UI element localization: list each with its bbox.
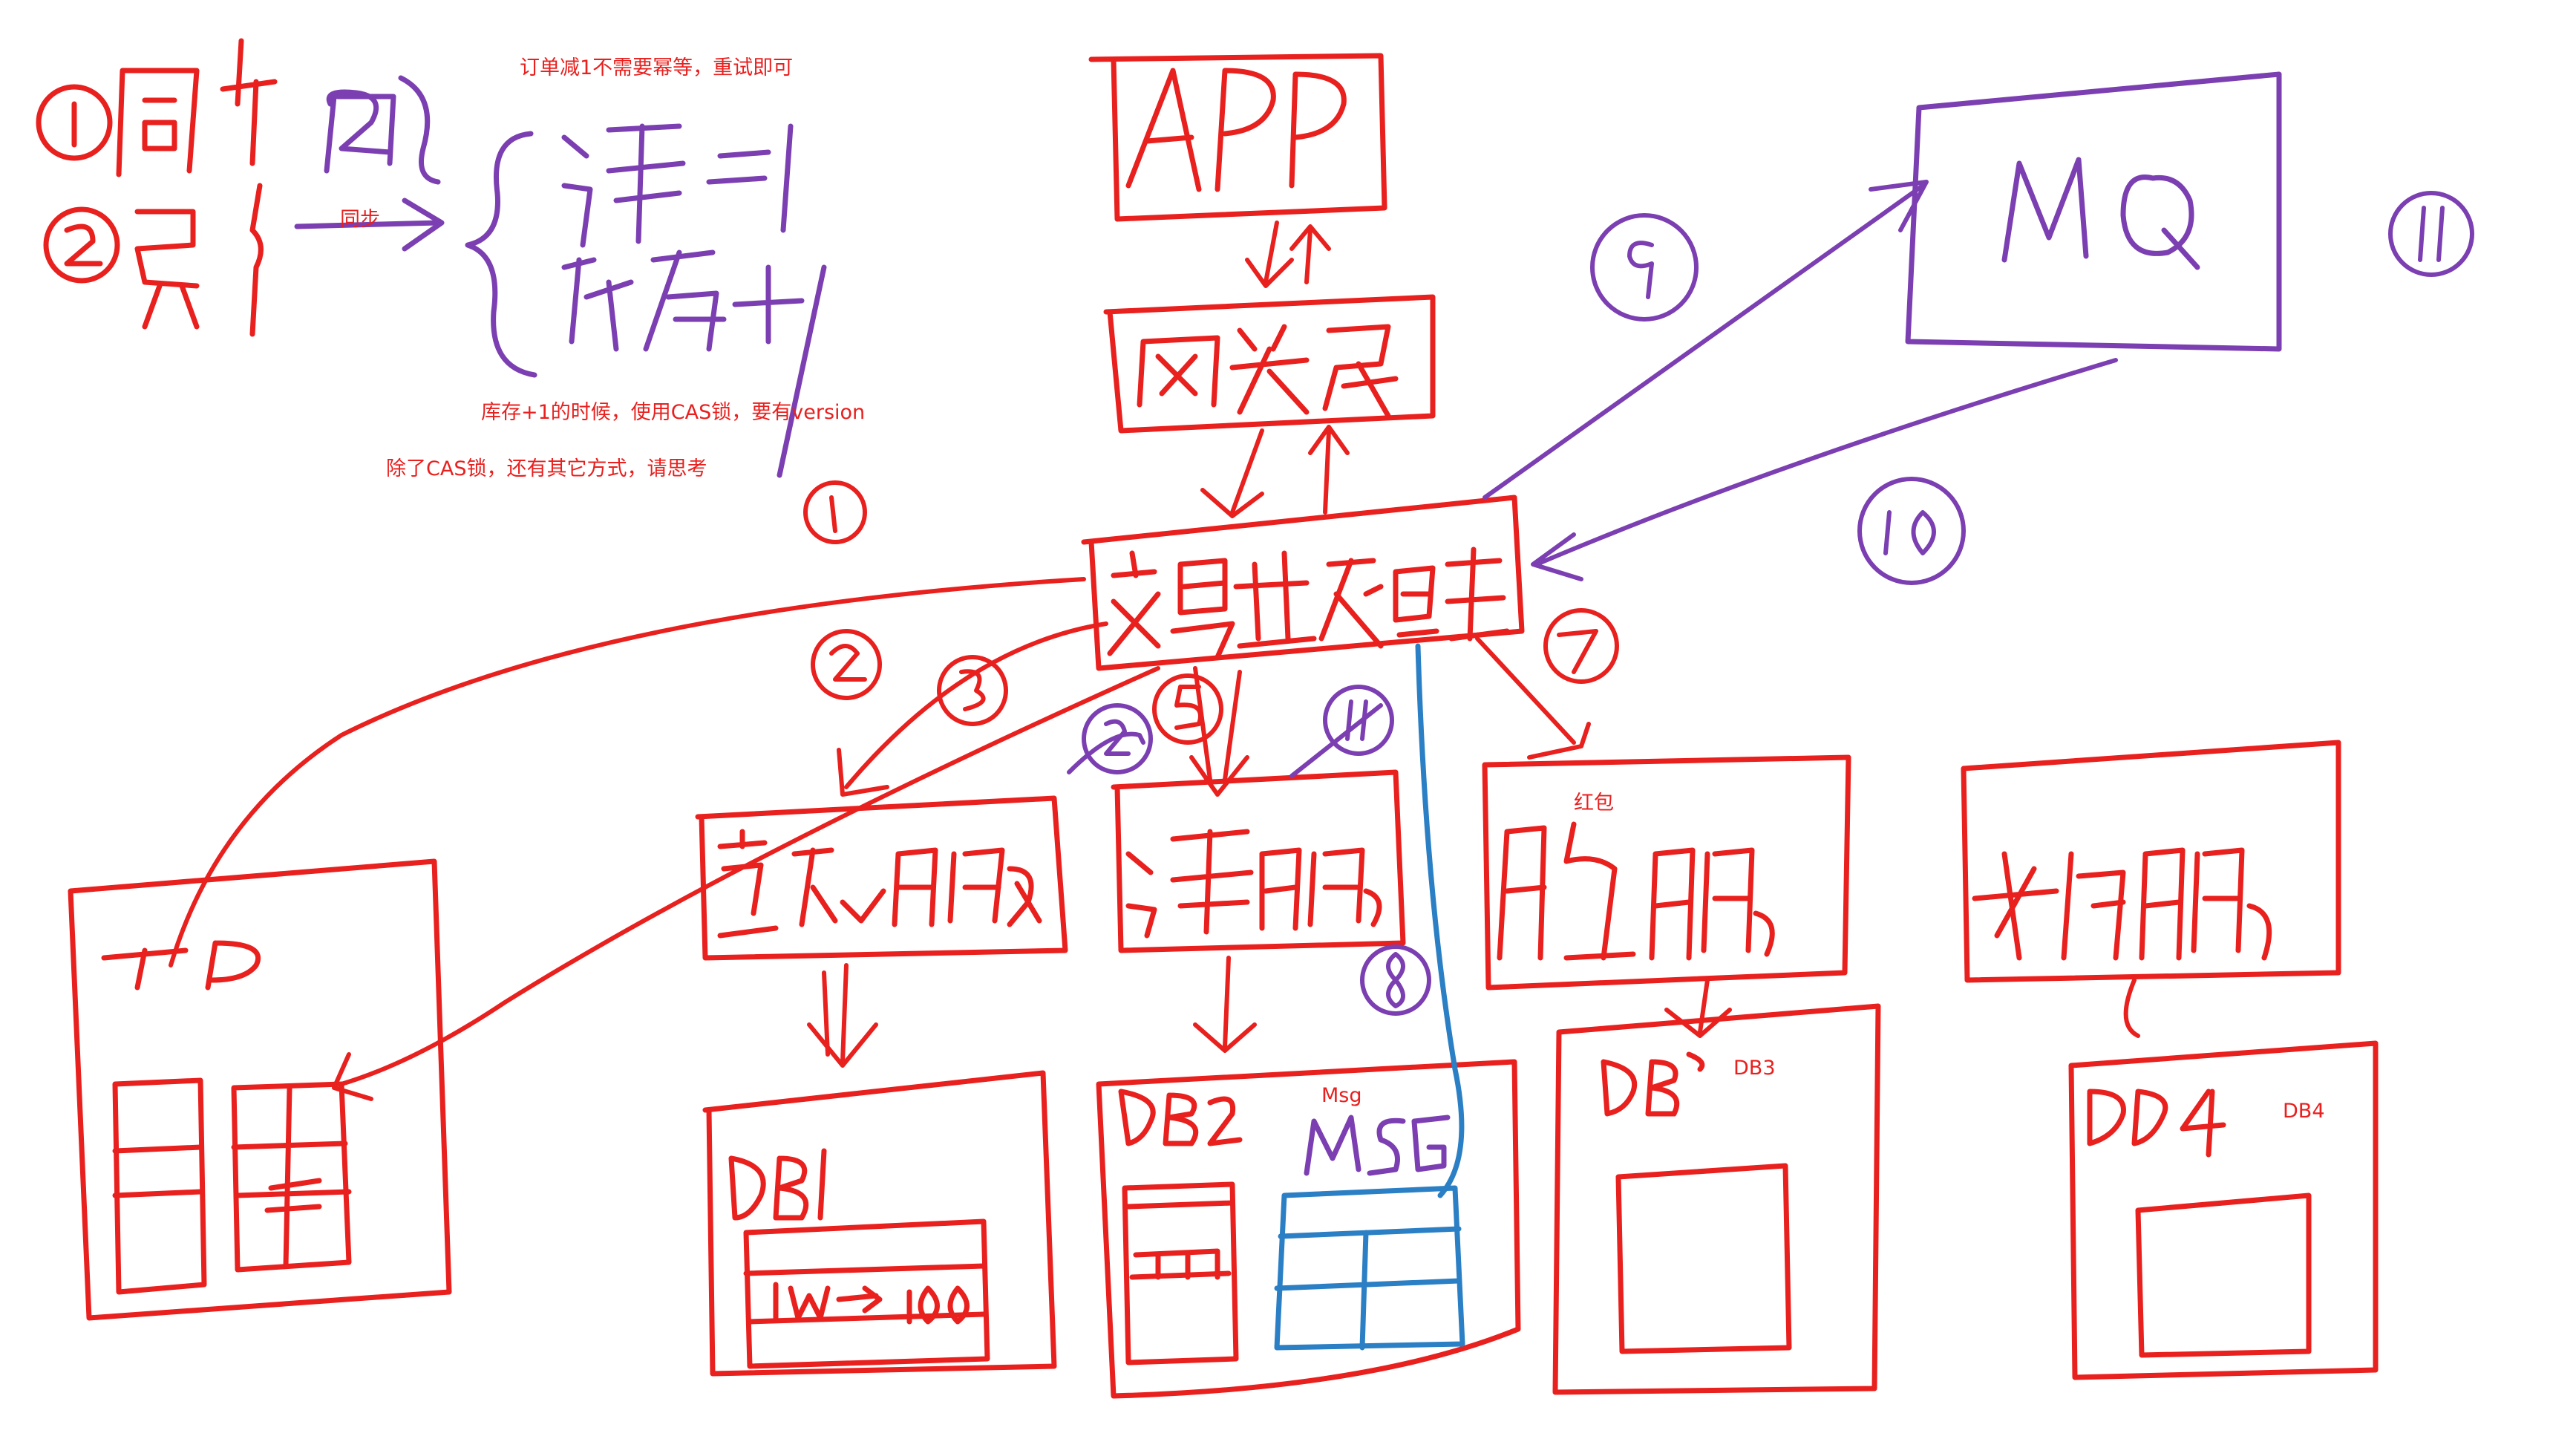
annotation-db4: DB4: [2283, 1100, 2325, 1123]
handwriting-sync-async: [36, 38, 278, 337]
gateway-trade-arrows: [1200, 425, 1350, 518]
annotation-cas-other: 除了CAS锁，还有其它方式，请思考: [386, 457, 707, 480]
order-service-box: [1111, 769, 1406, 953]
db1-box: [702, 1070, 1057, 1377]
trade-logic-box: [1081, 495, 1525, 671]
annotation-msg: Msg: [1321, 1084, 1362, 1107]
step-numbers-purple: [1082, 191, 2474, 1016]
redpacket-service-box: [1482, 754, 1851, 991]
annotation-stock-plus: 库存+1的时候，使用CAS锁，要有version: [481, 401, 866, 424]
service-db-arrows: [807, 956, 2140, 1068]
annotation-red-packet: 红包: [1574, 792, 1614, 815]
pay-service-box: [1961, 740, 2341, 983]
msg-handwriting: [1304, 1115, 1451, 1176]
whiteboard-canvas: [36, 38, 2474, 1399]
app-gateway-arrows: [1245, 221, 1331, 288]
annotation-sync: 同步: [340, 208, 380, 231]
app-box: [1088, 53, 1387, 222]
db4-box: [2068, 1040, 2379, 1380]
db3-box: [1552, 1003, 1881, 1395]
annotation-order-minus: 订单减1不需要幂等，重试即可: [520, 56, 794, 79]
left-tp-box: [68, 858, 452, 1321]
gateway-box: [1103, 294, 1436, 434]
annotation-db3: DB3: [1733, 1057, 1776, 1080]
mq-box: [1905, 71, 2282, 352]
product-service-box: [695, 795, 1068, 961]
